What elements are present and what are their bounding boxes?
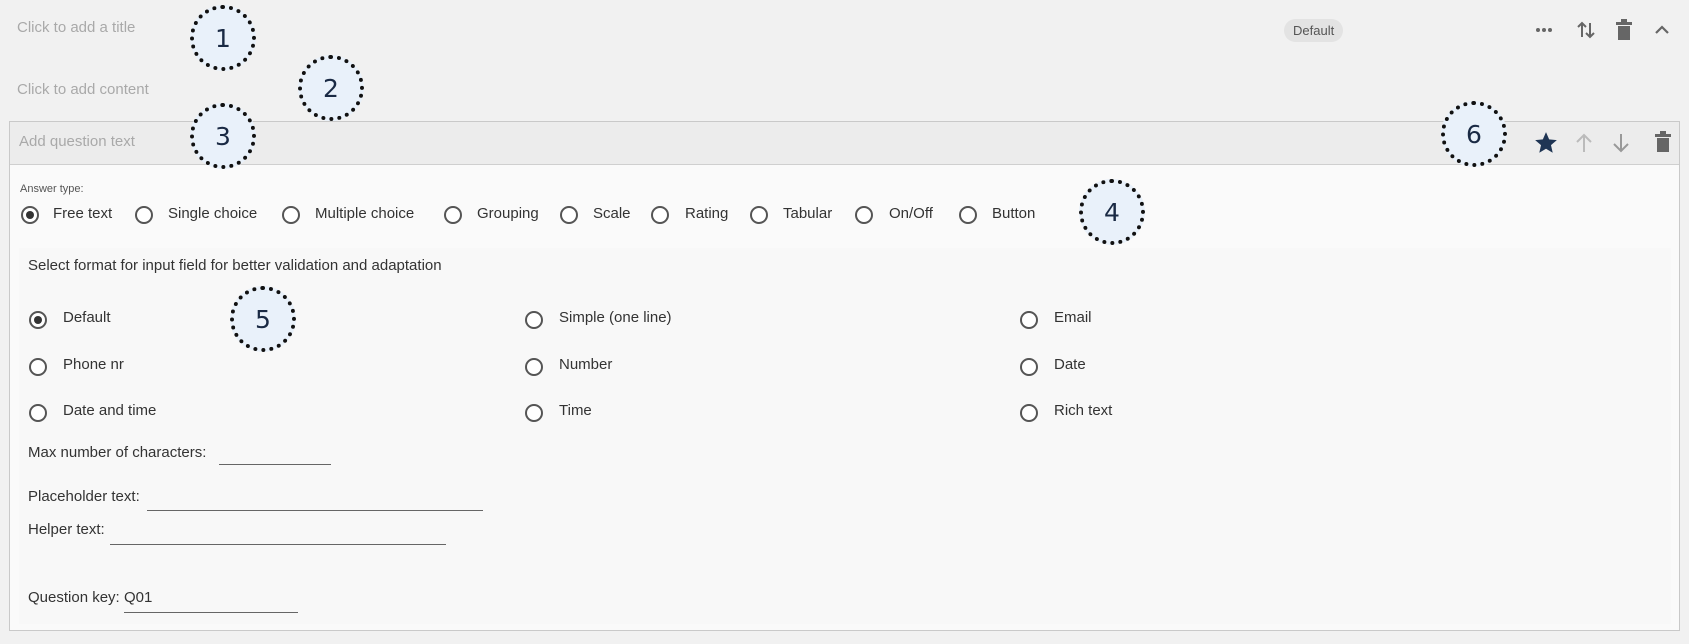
- answer-type-radio-single-choice[interactable]: [135, 206, 153, 224]
- sort-icon[interactable]: [1574, 19, 1598, 45]
- helper-text-input[interactable]: [110, 521, 446, 540]
- format-radio-date-time[interactable]: [29, 404, 47, 422]
- answer-type-label-tabular: Tabular: [783, 205, 833, 222]
- answer-type-label-multiple-choice: Multiple choice: [315, 205, 415, 222]
- format-label-simple: Simple (one line): [559, 309, 672, 326]
- max-chars-underline: [219, 464, 331, 465]
- answer-type-label: Answer type:: [20, 183, 84, 195]
- answer-type-label-single-choice: Single choice: [168, 205, 258, 222]
- placeholder-text-label: Placeholder text:: [28, 488, 140, 505]
- format-radio-time[interactable]: [525, 404, 543, 422]
- answer-type-label-rating: Rating: [685, 205, 729, 222]
- callout-2: 2: [298, 55, 364, 121]
- section-content-placeholder[interactable]: Click to add content: [17, 81, 149, 98]
- star-icon[interactable]: [1533, 130, 1559, 161]
- callout-5: 5: [230, 286, 296, 352]
- format-radio-phone[interactable]: [29, 358, 47, 376]
- max-chars-input[interactable]: [219, 444, 331, 463]
- arrow-up-icon[interactable]: [1574, 132, 1594, 159]
- question-key-label: Question key:: [28, 589, 120, 606]
- answer-type-radio-grouping[interactable]: [444, 206, 462, 224]
- format-prompt: Select format for input field for better…: [28, 257, 442, 274]
- format-label-date-time: Date and time: [63, 402, 157, 419]
- answer-type-radio-tabular[interactable]: [750, 206, 768, 224]
- question-key-underline: [124, 612, 298, 613]
- question-text-placeholder[interactable]: Add question text: [19, 133, 135, 150]
- answer-type-radio-on-off[interactable]: [855, 206, 873, 224]
- callout-6: 6: [1441, 101, 1507, 167]
- format-label-time: Time: [559, 402, 592, 419]
- format-label-email: Email: [1054, 309, 1092, 326]
- format-radio-default[interactable]: [29, 311, 47, 329]
- answer-type-label-free-text: Free text: [53, 205, 113, 222]
- placeholder-underline: [147, 510, 483, 511]
- answer-type-radio-multiple-choice[interactable]: [282, 206, 300, 224]
- answer-type-radio-free-text[interactable]: [21, 206, 39, 224]
- callout-1: 1: [190, 5, 256, 71]
- question-card: Add question text Answer type: Free text…: [9, 121, 1680, 631]
- answer-type-label-button: Button: [992, 205, 1036, 222]
- section-title-placeholder[interactable]: Click to add a title: [17, 19, 135, 36]
- format-radio-number[interactable]: [525, 358, 543, 376]
- more-icon[interactable]: [1532, 20, 1556, 44]
- helper-text-label: Helper text:: [28, 521, 105, 538]
- chevron-up-icon[interactable]: [1650, 20, 1674, 44]
- callout-3: 3: [190, 103, 256, 169]
- answer-type-radio-scale[interactable]: [560, 206, 578, 224]
- answer-type-radio-button[interactable]: [959, 206, 977, 224]
- format-radio-rich-text[interactable]: [1020, 404, 1038, 422]
- status-badge: Default: [1284, 19, 1344, 42]
- helper-underline: [110, 544, 446, 545]
- callout-4: 4: [1079, 179, 1145, 245]
- question-header: Add question text: [10, 122, 1679, 165]
- format-label-rich-text: Rich text: [1054, 402, 1113, 419]
- arrow-down-icon[interactable]: [1611, 132, 1631, 159]
- format-label-default: Default: [63, 309, 111, 326]
- question-trash-icon[interactable]: [1654, 131, 1672, 158]
- answer-type-radio-rating[interactable]: [651, 206, 669, 224]
- answer-type-label-on-off: On/Off: [889, 205, 933, 222]
- placeholder-text-input[interactable]: [147, 488, 483, 507]
- max-chars-label: Max number of characters:: [28, 444, 207, 461]
- format-label-date: Date: [1054, 356, 1086, 373]
- format-label-phone: Phone nr: [63, 356, 124, 373]
- trash-icon[interactable]: [1612, 19, 1636, 45]
- format-radio-simple[interactable]: [525, 311, 543, 329]
- format-label-number: Number: [559, 356, 613, 373]
- answer-type-label-grouping: Grouping: [477, 205, 539, 222]
- question-key-input[interactable]: Q01: [124, 589, 298, 607]
- format-radio-email[interactable]: [1020, 311, 1038, 329]
- format-radio-date[interactable]: [1020, 358, 1038, 376]
- answer-type-label-scale: Scale: [593, 205, 631, 222]
